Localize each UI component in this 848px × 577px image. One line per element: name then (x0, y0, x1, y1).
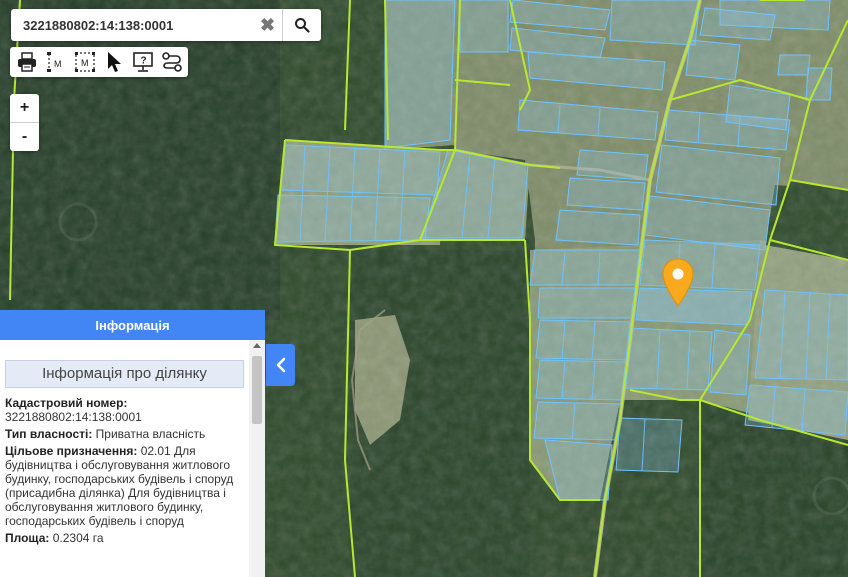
ownership-type-field: Тип власності: Приватна власність (5, 427, 244, 441)
parcel[interactable] (529, 249, 641, 286)
cadastral-number-field: Кадастровий номер: 3221880802:14:138:000… (5, 396, 244, 424)
field-label: Площа: (5, 531, 50, 545)
parcel[interactable] (576, 149, 649, 181)
panel-header: Інформація (0, 310, 265, 340)
cursor-icon (107, 52, 121, 72)
field-label: Тип власності: (5, 427, 93, 441)
search-input[interactable] (23, 17, 251, 33)
location-pin-icon[interactable] (661, 258, 695, 308)
parcel[interactable] (535, 359, 627, 401)
field-label: Цільове призначення: (5, 444, 138, 458)
route-button[interactable] (157, 48, 186, 76)
parcel[interactable] (384, 0, 456, 149)
info-screen-icon: ? (132, 52, 153, 72)
info-button[interactable]: ? (128, 48, 157, 76)
close-icon: ✖ (259, 14, 276, 35)
parcel[interactable] (555, 209, 641, 246)
field-value: Приватна власність (95, 427, 206, 441)
measure-line-label: M (54, 59, 62, 69)
panel-body: Інформація про ділянку Кадастровий номер… (0, 340, 249, 577)
printer-icon (17, 52, 36, 72)
route-icon (161, 52, 182, 72)
search-button[interactable] (282, 9, 321, 41)
field-value: 0.2304 га (52, 531, 104, 545)
info-panel: Інформація Інформація про ділянку Кадаст… (0, 310, 265, 577)
parcel[interactable] (566, 177, 646, 211)
scroll-up-icon[interactable] (253, 343, 261, 348)
parcel[interactable] (685, 39, 741, 81)
map-toolbar: M M ? (10, 47, 188, 77)
zoom-out-button[interactable]: - (10, 122, 39, 151)
parcel[interactable] (777, 54, 811, 76)
field-value: 3221880802:14:138:0001 (5, 410, 142, 424)
measure-area-icon: M (74, 52, 95, 72)
clear-button[interactable]: ✖ (253, 9, 283, 41)
measure-line-button[interactable]: M (41, 48, 70, 76)
parcel[interactable] (709, 329, 751, 396)
measure-line-icon: M (46, 52, 62, 72)
parcel[interactable] (615, 417, 683, 473)
parcel[interactable] (754, 289, 848, 381)
parcel[interactable] (533, 401, 623, 441)
search-icon (295, 18, 310, 33)
search-box: ✖ (11, 9, 321, 41)
section-title: Інформація про ділянку (5, 360, 244, 388)
parcel[interactable] (805, 67, 833, 101)
zoom-control: + - (10, 94, 39, 151)
parcel[interactable] (625, 327, 713, 391)
parcel[interactable] (459, 0, 509, 53)
collapse-panel-button[interactable] (266, 344, 295, 386)
chevron-left-icon (276, 357, 285, 373)
print-button[interactable] (12, 48, 41, 76)
parcel[interactable] (535, 319, 631, 361)
scroll-thumb[interactable] (252, 356, 262, 424)
purpose-field: Цільове призначення: 02.01 Для будівницт… (5, 444, 244, 528)
parcel[interactable] (537, 287, 636, 319)
parcel[interactable] (719, 0, 831, 31)
field-label: Кадастровий номер: (5, 396, 128, 410)
parcel[interactable] (609, 0, 701, 46)
measure-area-label: M (81, 58, 89, 68)
panel-scrollbar[interactable] (249, 340, 265, 577)
area-field: Площа: 0.2304 га (5, 531, 244, 545)
zoom-in-button[interactable]: + (10, 94, 39, 122)
parcel[interactable] (639, 239, 761, 291)
select-button[interactable] (99, 48, 128, 76)
svg-text:?: ? (140, 56, 146, 67)
measure-area-button[interactable]: M (70, 48, 99, 76)
